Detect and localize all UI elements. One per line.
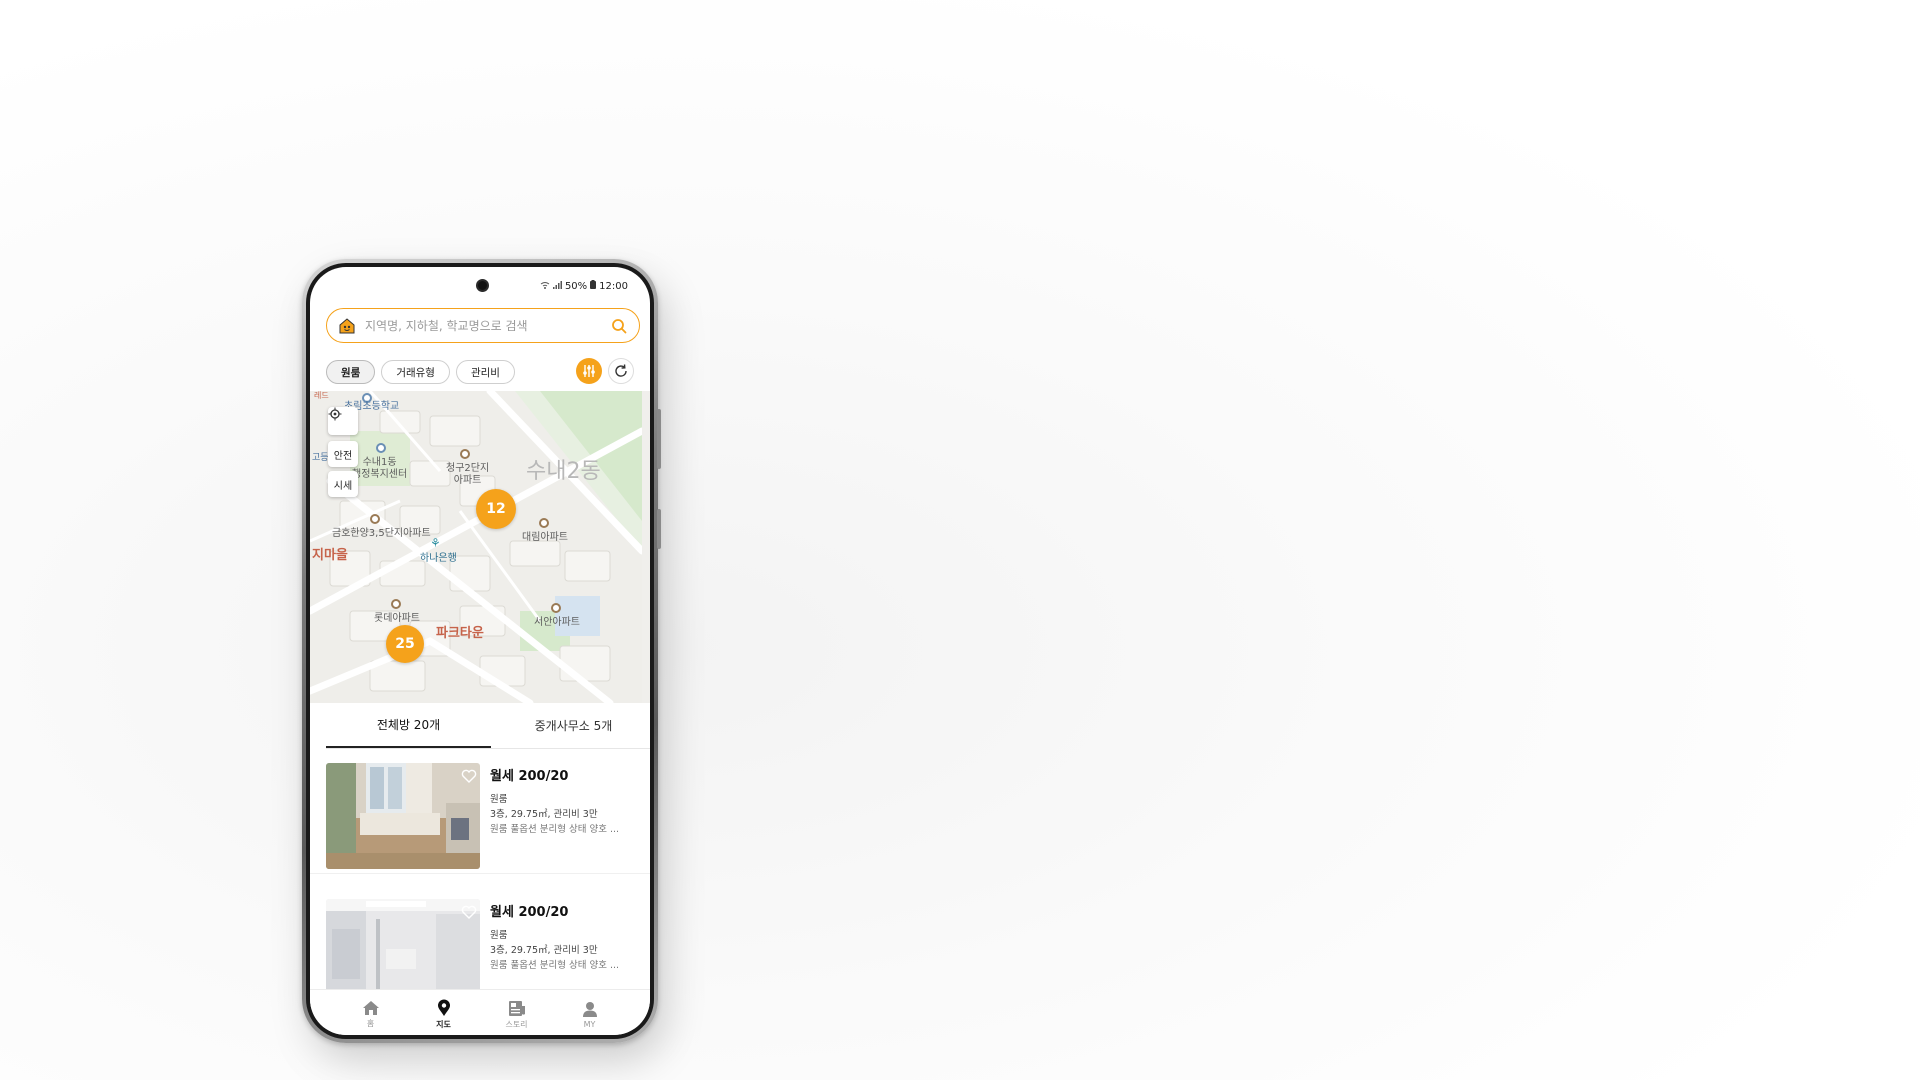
filter-tools bbox=[576, 358, 634, 384]
map-cluster-marker[interactable]: 25 bbox=[386, 625, 424, 663]
battery-icon bbox=[590, 280, 597, 292]
nav-story-label: 스토리 bbox=[505, 1019, 528, 1029]
apartment-pin-icon bbox=[551, 603, 561, 613]
nav-map-label: 지도 bbox=[436, 1020, 451, 1029]
tab-all-rooms[interactable]: 전체방 20개 bbox=[326, 703, 491, 748]
signal-icon bbox=[552, 281, 562, 291]
apartment-pin-icon bbox=[539, 518, 549, 528]
my-location-icon[interactable] bbox=[328, 407, 358, 435]
safety-layer-button[interactable]: 안전 bbox=[328, 441, 358, 467]
filter-chip-room-type[interactable]: 원룸 bbox=[326, 360, 376, 384]
nav-my[interactable]: MY bbox=[570, 1001, 610, 1029]
map-label-bank: 하나은행 bbox=[420, 553, 457, 564]
map-view[interactable]: 레드 초림초등학교 고등학교 수내1동 행정복지센터 청구2단지 아파트 수내2… bbox=[310, 391, 650, 703]
wifi-icon bbox=[540, 281, 550, 291]
map-label-apt-geumho: 금호한양3,5단지아파트 bbox=[332, 528, 431, 539]
result-tabs: 전체방 20개 중개사무소 5개 bbox=[326, 703, 650, 749]
listing-spec: 3층, 29.75㎡, 관리비 3만 bbox=[490, 809, 598, 820]
map-base bbox=[310, 391, 642, 703]
map-cluster-marker[interactable]: 12 bbox=[476, 489, 516, 529]
apartment-pin-icon bbox=[370, 514, 380, 524]
listing-type: 원룸 bbox=[490, 794, 508, 805]
map-label-apt-daerim: 대림아파트 bbox=[522, 532, 568, 543]
nav-map[interactable]: 지도 bbox=[424, 999, 464, 1030]
search-bar[interactable] bbox=[326, 308, 640, 343]
search-icon[interactable] bbox=[609, 316, 629, 336]
price-layer-button[interactable]: 시세 bbox=[328, 471, 358, 497]
listing-photo bbox=[326, 763, 480, 869]
apartment-pin-icon bbox=[391, 599, 401, 609]
nav-story[interactable]: 스토리 bbox=[497, 1000, 537, 1030]
nav-home-label: 홈 bbox=[366, 1019, 375, 1028]
listing-description: 원룸 풀옵션 분리형 상태 양호 ... bbox=[490, 960, 620, 971]
listing-price: 월세 200/20 bbox=[490, 905, 569, 920]
nav-home[interactable]: 홈 bbox=[351, 1000, 391, 1029]
app-logo-icon bbox=[337, 316, 357, 336]
background bbox=[0, 0, 1920, 1080]
divider bbox=[310, 873, 650, 874]
filter-chip-deal-type[interactable]: 거래유형 bbox=[381, 360, 450, 384]
listing-type: 원룸 bbox=[490, 930, 508, 941]
map-label-apt-lotte: 롯데아파트 bbox=[374, 613, 420, 624]
status-bar: 50% 12:00 bbox=[540, 280, 628, 292]
listing-description: 원룸 풀옵션 분리형 상태 양호 ... bbox=[490, 824, 620, 835]
map-label-top-left: 레드 bbox=[314, 391, 329, 400]
community-center-pin-icon bbox=[376, 443, 386, 453]
app-screen: 50% 12:00 지역명, 지하철, 학교명으로 검색 원룸 거래유형 관리비… bbox=[310, 267, 650, 1035]
apartment-pin-icon bbox=[460, 449, 470, 459]
listing-price: 월세 200/20 bbox=[490, 769, 569, 784]
map-label-village: 지마을 bbox=[312, 548, 348, 563]
story-icon bbox=[508, 1000, 525, 1016]
nav-my-label: MY bbox=[583, 1019, 596, 1029]
map-pin-icon bbox=[437, 999, 450, 1016]
favorite-heart-icon[interactable] bbox=[460, 767, 478, 785]
home-icon bbox=[362, 1001, 379, 1015]
power-button bbox=[657, 509, 661, 549]
volume-button bbox=[657, 409, 661, 469]
favorite-heart-icon[interactable] bbox=[460, 903, 478, 921]
tab-agencies[interactable]: 중개사무소 5개 bbox=[491, 703, 650, 748]
filter-settings-icon[interactable] bbox=[576, 358, 602, 384]
user-icon bbox=[582, 1001, 597, 1017]
bank-icon: ⚘ bbox=[430, 536, 441, 550]
map-label-apt-seoan: 서안아파트 bbox=[534, 617, 580, 628]
phone-frame: 50% 12:00 지역명, 지하철, 학교명으로 검색 원룸 거래유형 관리비… bbox=[302, 259, 661, 1043]
map-label-parktown: 파크타운 bbox=[436, 626, 484, 641]
clock: 12:00 bbox=[599, 280, 628, 292]
front-camera bbox=[476, 279, 489, 292]
listing-card[interactable]: 월세 200/20 원룸 3층, 29.75㎡, 관리비 3만 원룸 풀옵션 분… bbox=[326, 763, 650, 869]
map-label-community-center: 수내1동 행정복지센터 bbox=[352, 457, 408, 480]
search-input[interactable] bbox=[365, 318, 601, 333]
filter-chip-maintenance-fee[interactable]: 관리비 bbox=[455, 360, 515, 384]
map-label-apt-cheonggu: 청구2단지 아파트 bbox=[446, 463, 490, 486]
battery-percent: 50% bbox=[564, 280, 588, 292]
reset-icon[interactable] bbox=[608, 358, 634, 384]
listing-spec: 3층, 29.75㎡, 관리비 3만 bbox=[490, 945, 598, 956]
bottom-navigation: 홈 지도 스토리 MY bbox=[310, 989, 650, 1035]
map-label-district: 수내2동 bbox=[526, 459, 601, 484]
filter-chips: 원룸 거래유형 관리비 bbox=[326, 360, 515, 384]
